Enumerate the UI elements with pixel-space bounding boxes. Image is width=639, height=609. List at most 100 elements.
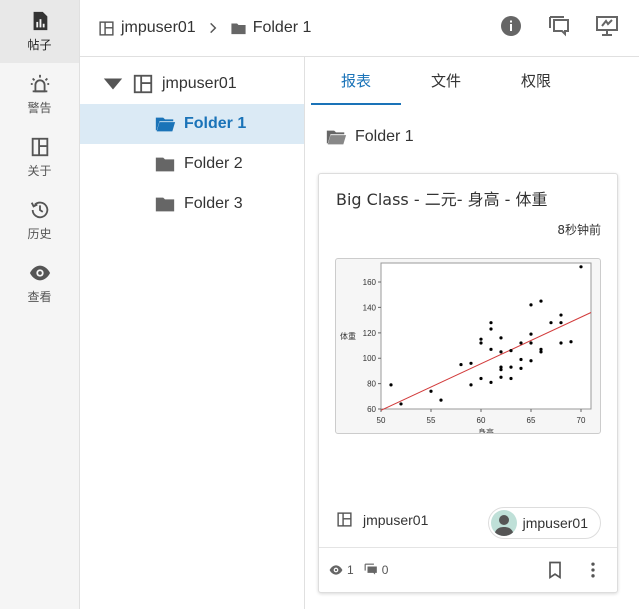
card-owner: jmpuser01 <box>336 511 428 528</box>
data-point <box>539 347 543 351</box>
data-point <box>469 361 473 365</box>
y-tick-label: 80 <box>367 380 376 389</box>
data-point <box>459 362 463 367</box>
bookmark-icon[interactable] <box>545 560 565 580</box>
breadcrumb-root[interactable]: jmpuser01 <box>98 19 196 37</box>
tree-label: Folder 1 <box>184 115 247 132</box>
rail-item-view[interactable]: 查看 <box>0 252 79 315</box>
rail-item-about[interactable]: 关于 <box>0 126 79 189</box>
data-point <box>519 366 523 370</box>
tab-bar: 报表 文件 权限 <box>305 57 639 105</box>
eye-icon <box>329 565 343 575</box>
chevron-right-icon <box>206 21 220 35</box>
author-chip[interactable]: jmpuser01 <box>487 507 601 539</box>
y-tick-label: 140 <box>363 303 377 312</box>
rail-item-history[interactable]: 历史 <box>0 189 79 252</box>
alert-icon <box>30 74 49 93</box>
data-point <box>529 359 533 363</box>
data-point <box>469 383 473 387</box>
tree-item-folder-1[interactable]: Folder 1 <box>80 104 304 144</box>
data-point <box>569 340 573 344</box>
data-point <box>539 299 543 303</box>
rail-item-alerts[interactable]: 警告 <box>0 63 79 126</box>
data-point <box>499 375 503 379</box>
folder-icon <box>231 23 246 34</box>
card-timestamp: 8秒钟前 <box>557 223 601 237</box>
y-tick-label: 60 <box>367 405 376 414</box>
caret-down-icon[interactable] <box>102 73 124 95</box>
tab-reports[interactable]: 报表 <box>311 57 401 105</box>
views-count: 1 <box>347 563 354 577</box>
tree-label: Folder 3 <box>184 195 243 212</box>
data-point <box>499 365 503 369</box>
data-point <box>439 398 443 402</box>
data-point <box>549 321 553 325</box>
x-tick-label: 55 <box>427 416 436 425</box>
about-icon <box>31 137 48 157</box>
tree-item-folder-3[interactable]: Folder 3 <box>80 184 304 224</box>
y-axis-label: 体重 <box>340 331 356 341</box>
data-point <box>489 321 493 325</box>
more-vert-icon[interactable] <box>583 560 603 580</box>
scatter-chart: 60 80 100 120 140 160 50 55 60 65 70 体重身高 <box>340 262 592 433</box>
y-tick-label: 120 <box>363 329 377 338</box>
panel-icon <box>133 74 153 94</box>
x-tick-label: 65 <box>527 416 536 425</box>
data-point <box>509 365 513 369</box>
data-point <box>509 376 513 381</box>
data-point <box>529 341 533 345</box>
history-icon <box>30 201 48 219</box>
data-point <box>489 347 493 351</box>
data-point <box>519 357 523 362</box>
report-thumbnail[interactable]: 60 80 100 120 140 160 50 55 60 65 70 体重 身高 <box>335 258 601 434</box>
folder-open-icon <box>326 130 347 145</box>
card-actions <box>545 560 603 580</box>
folder-icon <box>155 157 175 172</box>
card-footer: 1 0 <box>319 547 617 592</box>
comments-icon[interactable] <box>547 14 571 38</box>
main-content: 报表 文件 权限 Folder 1 Big Class - 二元- 身高 - 体… <box>305 57 639 609</box>
data-point <box>489 327 493 331</box>
folder-open-icon <box>155 117 176 132</box>
info-icon[interactable] <box>499 14 523 38</box>
panel-icon <box>337 512 352 527</box>
rail-label-posts: 帖子 <box>27 38 52 52</box>
folder-header: Folder 1 <box>305 105 639 169</box>
left-rail: 帖子 警告 关于 历史 查看 <box>0 0 80 609</box>
y-tick-label: 160 <box>363 278 377 287</box>
x-tick-label: 70 <box>577 416 586 425</box>
plot-area <box>380 262 592 410</box>
data-point <box>389 383 393 387</box>
tree-label: Folder 2 <box>184 155 243 172</box>
rail-label-history: 历史 <box>27 227 52 241</box>
comments-count: 0 <box>381 563 389 577</box>
data-point <box>489 380 493 384</box>
tree-item-folder-2[interactable]: Folder 2 <box>80 144 304 184</box>
comment-icon <box>364 563 377 575</box>
data-point <box>559 321 563 325</box>
top-actions <box>499 14 619 38</box>
present-icon[interactable] <box>595 14 619 38</box>
x-tick-label: 50 <box>377 416 386 425</box>
tab-permissions[interactable]: 权限 <box>491 57 581 105</box>
report-card[interactable]: Big Class - 二元- 身高 - 体重 8秒钟前 60 80 100 120 1… <box>318 173 618 593</box>
avatar <box>490 510 517 536</box>
view-icon <box>29 265 50 281</box>
rail-label-alerts: 警告 <box>27 101 52 115</box>
data-point <box>529 332 533 336</box>
data-point <box>479 376 483 381</box>
data-point <box>479 337 483 341</box>
data-point <box>529 303 533 307</box>
card-title: Big Class - 二元- 身高 - 体重 <box>336 190 548 209</box>
tab-files[interactable]: 文件 <box>401 57 491 105</box>
data-point <box>559 313 563 317</box>
tree-root-label: jmpuser01 <box>162 75 237 92</box>
rail-item-posts[interactable]: 帖子 <box>0 0 79 63</box>
folder-title: Folder 1 <box>355 128 414 145</box>
data-point <box>399 402 403 406</box>
data-point <box>579 265 583 269</box>
rail-label-view: 查看 <box>27 290 52 304</box>
data-point <box>429 389 433 393</box>
panel-icon <box>99 20 114 36</box>
tree-item-root[interactable]: jmpuser01 <box>80 64 304 104</box>
